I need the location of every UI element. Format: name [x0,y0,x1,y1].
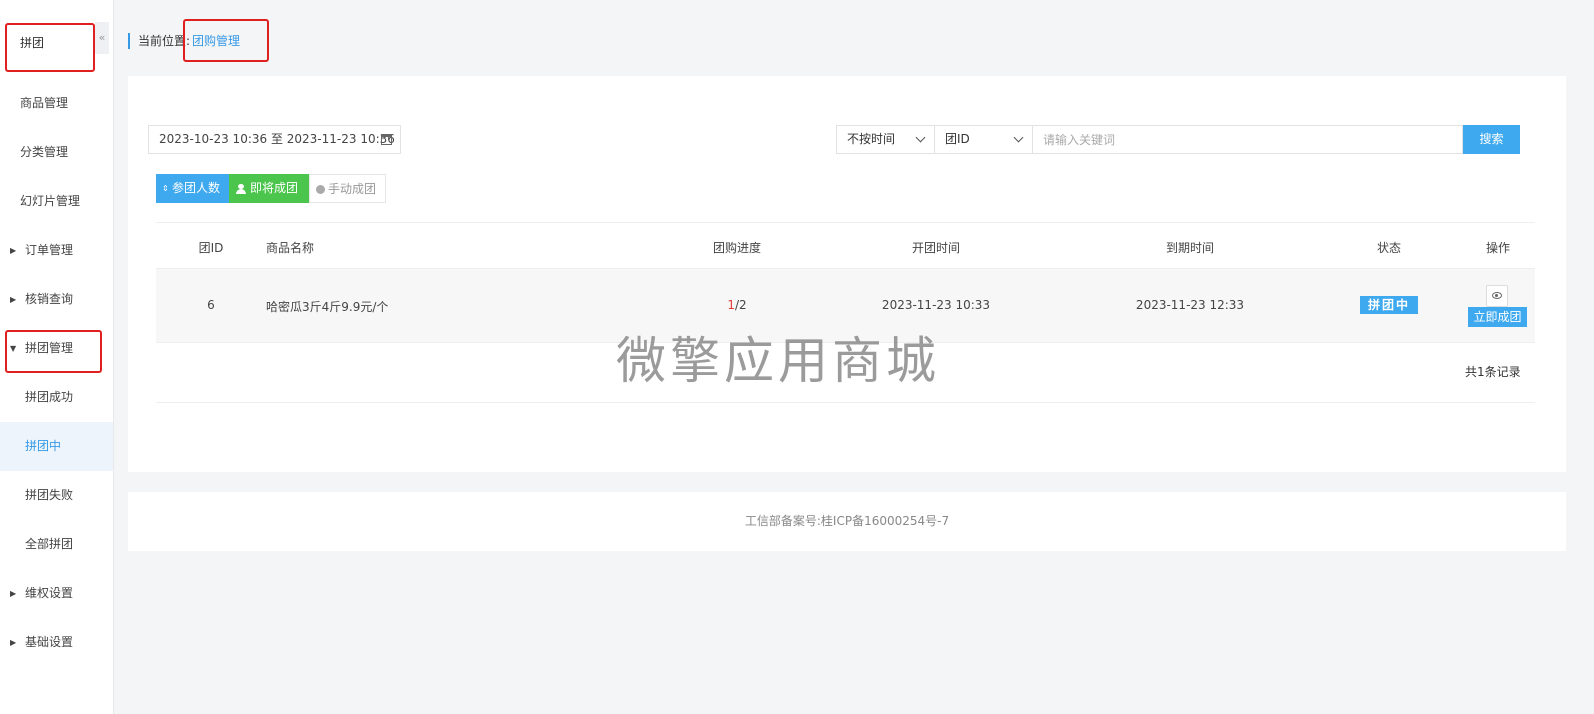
group-icon [235,183,247,194]
cell-id: 6 [207,298,215,312]
sidebar-item-label: 拼团中 [25,439,62,453]
chevron-down-icon [915,132,926,143]
record-count: 共1条记录 [1465,365,1521,379]
sort-participants-button[interactable]: ⇕ 参团人数 [156,174,229,203]
sidebar-item-group-manage[interactable]: ▼ 拼团管理 [0,324,113,373]
sidebar-item-group-ongoing[interactable]: 拼团中 [0,422,113,471]
sidebar-item-label: 幻灯片管理 [20,194,81,208]
eye-icon [1492,292,1502,299]
sidebar-item-goods[interactable]: 商品管理 [0,79,113,128]
breadcrumb-label: 当前位置: [138,34,191,48]
caret-right-icon: ▶ [10,246,17,255]
cell-end-time: 2023-11-23 12:33 [1135,298,1245,312]
chevron-down-icon [1013,132,1024,143]
sidebar-item-category[interactable]: 分类管理 [0,128,113,177]
caret-right-icon: ▶ [10,638,17,647]
table-row: 6 哈密瓜3斤4斤9.9元/个 1/2 2023-11-23 10:33 202… [156,269,1535,343]
footer: 工信部备案号:桂ICP备16000254号-7 [128,492,1566,551]
sidebar-item-label: 商品管理 [20,96,69,110]
table-header: 团ID 商品名称 团购进度 开团时间 到期时间 状态 操作 [156,222,1535,269]
time-filter-value: 不按时间 [847,132,896,146]
sidebar-item-group-failed[interactable]: 拼团失败 [0,471,113,520]
sidebar-item-slides[interactable]: 幻灯片管理 [0,177,113,226]
caret-right-icon: ▶ [10,589,17,598]
column-header-actions: 操作 [1485,241,1511,255]
column-header-id: 团ID [198,241,224,255]
sidebar-item-rights[interactable]: ▶ 维权设置 [0,569,113,618]
status-badge: 拼团中 [1360,296,1418,314]
sidebar: 拼团 « 商品管理 分类管理 幻灯片管理 ▶ 订单管理 ▶ 核销查询 ▼ 拼团管理 拼… [0,0,114,714]
cell-progress: 1/2 [727,298,746,312]
column-header-end-time: 到期时间 [1165,241,1215,255]
sidebar-item-label: 全部拼团 [25,537,74,551]
search-button[interactable]: 搜索 [1463,125,1520,154]
caret-down-icon: ▼ [10,344,17,353]
sidebar-item-label: 拼团成功 [25,390,74,404]
cell-product: 哈密瓜3斤4斤9.9元/个 [266,300,389,314]
sort-participants-label: 参团人数 [172,181,221,195]
sidebar-title: 拼团 [20,36,45,50]
breadcrumb: 当前位置: 团购管理 [128,33,240,49]
column-header-product: 商品名称 [266,241,315,255]
sidebar-item-label: 订单管理 [25,243,74,257]
circle-icon [316,185,325,194]
main-panel: 2023-10-23 10:36 至 2023-11-23 10:36 不按时间… [128,76,1566,472]
cell-start-time: 2023-11-23 10:33 [881,298,991,312]
sort-about-to-complete-label: 即将成团 [250,181,299,195]
sidebar-item-basic-settings[interactable]: ▶ 基础设置 [0,618,113,667]
time-filter-select[interactable]: 不按时间 [836,125,935,154]
progress-total: /2 [734,298,747,312]
footer-icp: 工信部备案号:桂ICP备16000254号-7 [744,514,950,528]
sort-button-group: ⇕ 参团人数 即将成团 手动成团 [156,174,386,203]
progress-done: 1 [727,298,735,312]
calendar-icon [381,134,392,145]
view-button[interactable] [1486,285,1508,307]
sidebar-item-label: 核销查询 [25,292,74,306]
column-header-status: 状态 [1376,241,1402,255]
keyword-search-input[interactable] [1032,125,1463,154]
date-range-value: 2023-10-23 10:36 至 2023-11-23 10:36 [159,132,395,146]
caret-right-icon: ▶ [10,295,17,304]
field-filter-select[interactable]: 团ID [934,125,1033,154]
sort-manual-complete-label: 手动成团 [328,182,377,196]
sidebar-item-group-success[interactable]: 拼团成功 [0,373,113,422]
field-filter-value: 团ID [945,132,970,146]
sidebar-item-label: 拼团管理 [25,341,74,355]
sidebar-item-label: 基础设置 [25,635,74,649]
breadcrumb-current-link[interactable]: 团购管理 [192,34,240,48]
complete-now-button[interactable]: 立即成团 [1468,307,1527,327]
column-header-progress: 团购进度 [712,241,762,255]
sidebar-item-label: 维权设置 [25,586,74,600]
date-range-picker[interactable]: 2023-10-23 10:36 至 2023-11-23 10:36 [148,125,401,154]
sort-icon: ⇕ [162,183,169,193]
sidebar-item-label: 分类管理 [20,145,69,159]
sidebar-item-group-all[interactable]: 全部拼团 [0,520,113,569]
column-header-start-time: 开团时间 [911,241,961,255]
table-divider [156,402,1535,403]
sidebar-item-orders[interactable]: ▶ 订单管理 [0,226,113,275]
sidebar-item-label: 拼团失败 [25,488,74,502]
sort-manual-complete-button[interactable]: 手动成团 [309,174,386,203]
sort-about-to-complete-button[interactable]: 即将成团 [229,174,309,203]
sidebar-item-verify[interactable]: ▶ 核销查询 [0,275,113,324]
collapse-sidebar-icon[interactable]: « [95,22,109,54]
